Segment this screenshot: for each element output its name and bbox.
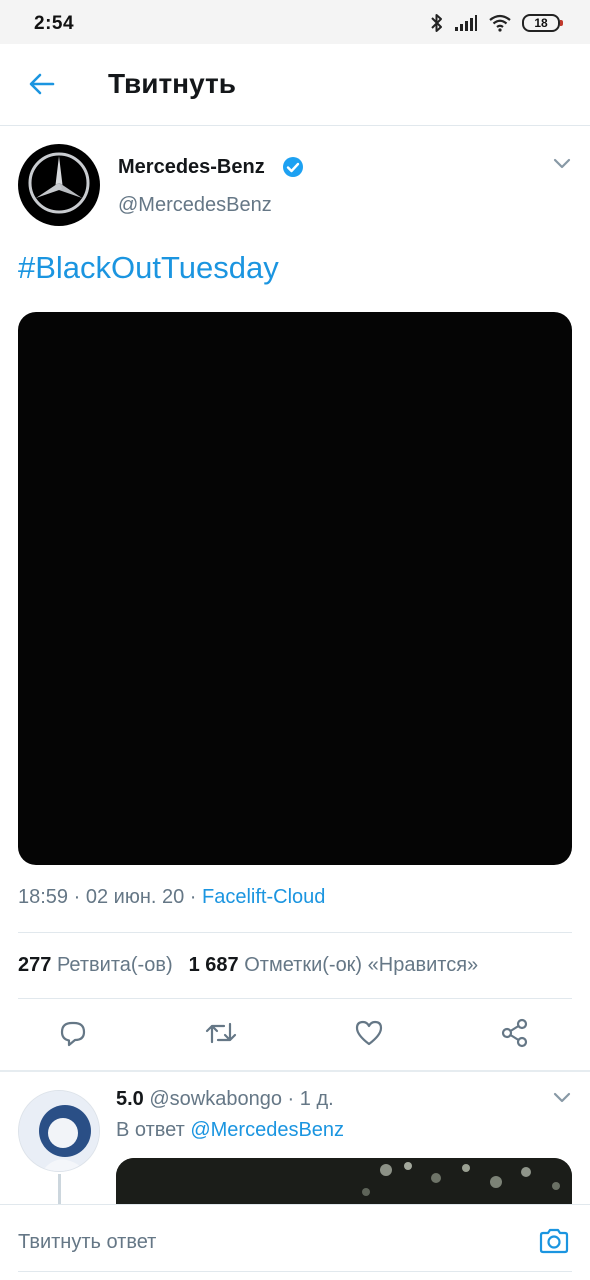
retweets-label: Ретвита(-ов) — [56, 954, 173, 976]
meta-separator: · — [68, 886, 86, 908]
battery-icon: 18 — [522, 14, 563, 32]
tweet-time: 18:59 — [18, 886, 69, 908]
meta-separator: · — [184, 886, 203, 908]
tweet-options-button[interactable] — [548, 152, 576, 180]
reply-author-handle[interactable]: @sowkabongo — [149, 1088, 282, 1110]
status-bar: 2:54 18 — [0, 0, 590, 44]
reply-to-mention[interactable]: @MercedesBenz — [190, 1119, 344, 1141]
retweet-icon — [204, 1018, 238, 1053]
reply-age: 1 д. — [299, 1088, 334, 1110]
author-handle[interactable]: @MercedesBenz — [118, 194, 272, 217]
share-icon — [500, 1018, 530, 1053]
share-button[interactable] — [498, 1018, 532, 1052]
reply-header: 5.0 @sowkabongo · 1 д. — [116, 1088, 334, 1111]
meta-separator: · — [281, 1088, 300, 1110]
divider — [18, 998, 572, 999]
back-button[interactable] — [20, 64, 64, 108]
bluetooth-icon — [430, 13, 444, 33]
wifi-icon — [488, 14, 512, 32]
reply-to-line: В ответ @MercedesBenz — [116, 1119, 344, 1142]
reply-button[interactable] — [56, 1018, 90, 1052]
camera-icon — [538, 1227, 570, 1260]
compose-underline — [18, 1271, 572, 1272]
retweet-button[interactable] — [204, 1018, 238, 1052]
section-separator — [0, 1070, 590, 1072]
likes-stat[interactable]: 1 687 Отметки(-ок) «Нравится» — [189, 954, 479, 976]
author-name[interactable]: Mercedes-Benz — [118, 156, 265, 179]
reply-avatar[interactable] — [18, 1090, 100, 1172]
signal-icon — [454, 14, 478, 32]
arrow-left-icon — [29, 73, 55, 100]
tweet-source-link[interactable]: Facelift-Cloud — [202, 886, 325, 908]
reply-author-name[interactable]: 5.0 — [116, 1088, 144, 1110]
tweet-meta: 18:59 · 02 июн. 20 · Facelift-Cloud — [18, 886, 325, 909]
likes-label: Отметки(-ок) «Нравится» — [244, 954, 479, 976]
retweets-stat[interactable]: 277 Ретвита(-ов) — [18, 954, 173, 976]
status-icons: 18 — [430, 12, 563, 34]
reply-to-prefix: В ответ — [116, 1119, 191, 1141]
page-title: Твитнуть — [108, 68, 236, 99]
tweet-date: 02 июн. 20 — [85, 886, 185, 908]
reply-input[interactable]: Твитнуть ответ — [18, 1231, 156, 1254]
tweet-actions — [0, 1000, 590, 1070]
retweets-count: 277 — [18, 954, 52, 976]
chevron-down-icon — [553, 157, 571, 175]
thread-line — [58, 1174, 61, 1204]
heart-icon — [354, 1019, 384, 1052]
tweet-media-image[interactable] — [18, 312, 572, 865]
tweet-stats: 277 Ретвита(-ов) 1 687 Отметки(-ок) «Нрав… — [18, 954, 478, 977]
status-time: 2:54 — [34, 13, 75, 34]
compose-bar: Твитнуть ответ — [0, 1204, 590, 1280]
reply-icon — [58, 1018, 88, 1053]
reply-options-button[interactable] — [548, 1086, 576, 1114]
camera-button[interactable] — [536, 1225, 572, 1261]
chevron-down-icon — [553, 1091, 571, 1109]
divider — [18, 932, 572, 933]
tweet-hashtag[interactable]: #BlackOutTuesday — [18, 250, 279, 286]
header: Твитнуть — [0, 44, 590, 126]
author-avatar[interactable] — [18, 144, 100, 226]
verified-badge-icon — [282, 156, 304, 183]
likes-count: 1 687 — [188, 954, 239, 976]
like-button[interactable] — [352, 1018, 386, 1052]
mercedes-logo-icon — [26, 150, 92, 221]
